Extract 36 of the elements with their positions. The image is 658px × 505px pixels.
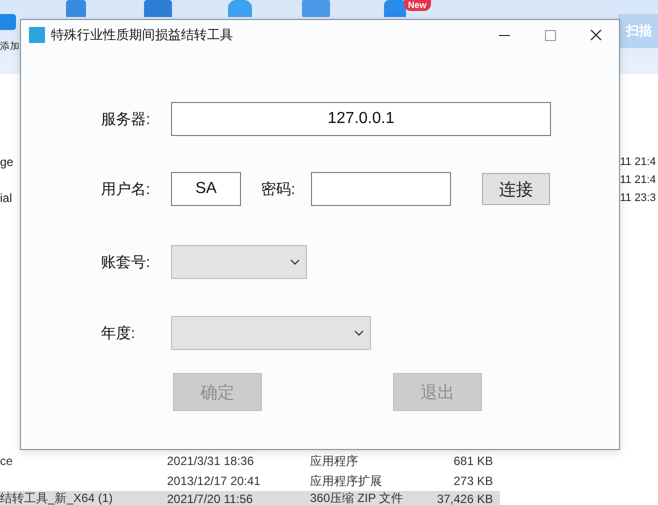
date-text: 11 23:3 bbox=[620, 192, 657, 204]
field-label: 用户名: bbox=[101, 180, 152, 198]
toolbar-label: 添加 bbox=[0, 40, 20, 53]
type-text: 应用程序扩展 bbox=[310, 472, 383, 490]
date-text: 2021/7/20 11:56 bbox=[167, 492, 254, 505]
size-text: 37,426 KB bbox=[436, 492, 493, 505]
file-name: ge bbox=[0, 155, 14, 169]
size-text: 273 KB bbox=[452, 474, 493, 488]
file-name: 结转工具_新_X64 (1) bbox=[0, 490, 114, 505]
connect-button[interactable]: 连接 bbox=[482, 173, 550, 205]
password-field[interactable] bbox=[311, 172, 451, 206]
chevron-down-icon bbox=[290, 259, 300, 265]
field-label: 年度: bbox=[101, 324, 136, 342]
file-name: ial bbox=[0, 191, 14, 205]
file-row[interactable]: 2013/12/17 20:41 应用程序扩展 273 KB bbox=[0, 471, 500, 491]
new-badge: New bbox=[404, 0, 431, 11]
size-text: 681 KB bbox=[452, 454, 493, 468]
file-name: ce bbox=[0, 454, 14, 468]
dropdown[interactable] bbox=[171, 316, 371, 350]
chevron-down-icon bbox=[354, 330, 364, 336]
app-icon bbox=[29, 27, 45, 43]
field-label: 密码: bbox=[261, 180, 296, 198]
date-text: 2013/12/17 20:41 bbox=[167, 474, 262, 488]
server-field[interactable]: 127.0.0.1 bbox=[171, 102, 551, 136]
date-text: 11 21:4 bbox=[620, 174, 657, 186]
date-text: 11 21:4 bbox=[620, 156, 657, 168]
date-text: 2021/3/31 18:36 bbox=[167, 454, 255, 468]
file-row[interactable]: ce 2021/3/31 18:36 应用程序 681 KB bbox=[0, 451, 500, 471]
file-row[interactable]: 结转工具_新_X64 (1) 2021/7/20 11:56 360压缩 ZIP 文件 37,426 KB bbox=[0, 491, 500, 505]
type-text: 应用程序 bbox=[310, 452, 359, 470]
type-text: 360压缩 ZIP 文件 bbox=[310, 490, 404, 505]
window-title: 特殊行业性质期间损益结转工具 bbox=[51, 26, 233, 44]
username-field[interactable]: SA bbox=[171, 172, 241, 206]
field-label: 账套号: bbox=[101, 252, 152, 272]
dropdown[interactable] bbox=[171, 245, 307, 279]
field-label: 服务器: bbox=[101, 110, 152, 128]
